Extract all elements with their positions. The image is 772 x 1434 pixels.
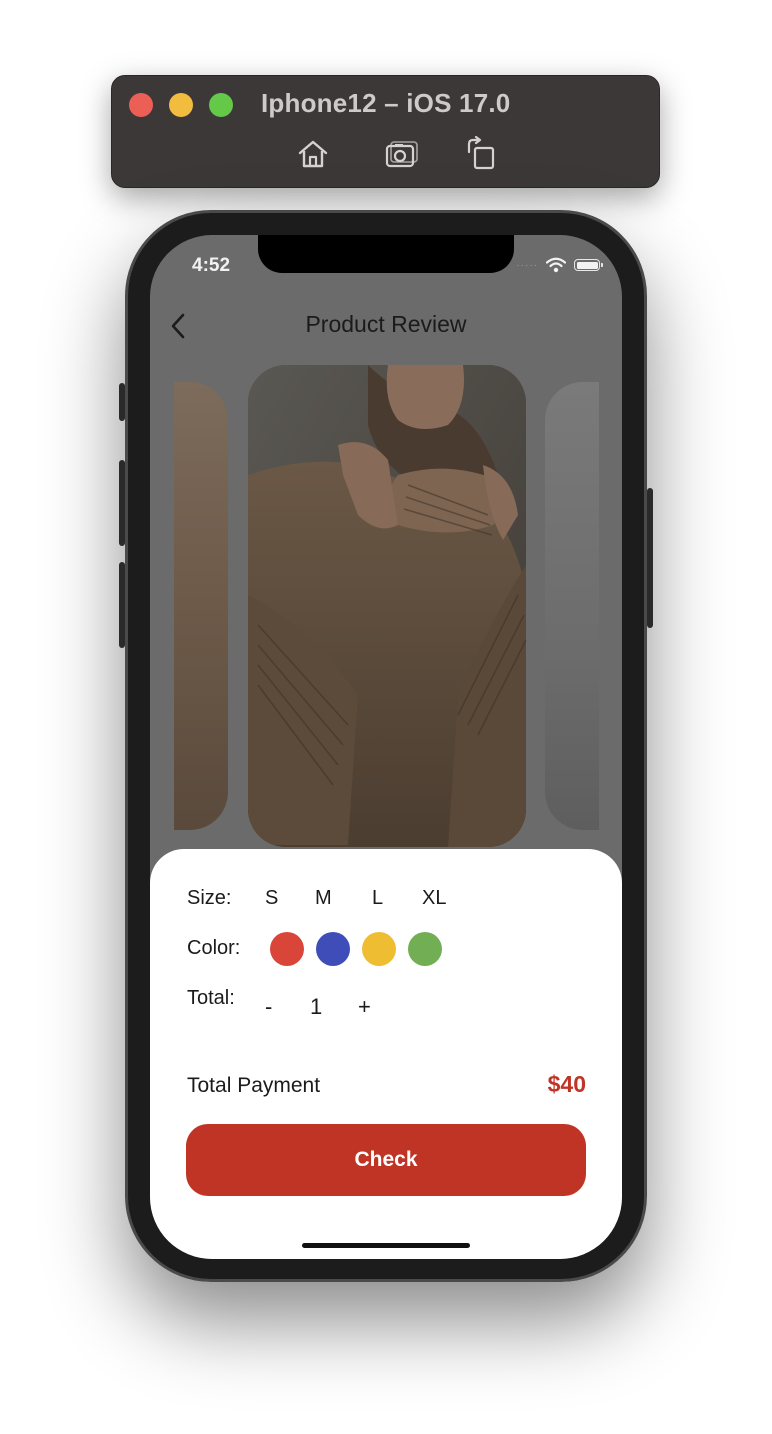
power-button: [647, 488, 653, 628]
size-option-xl[interactable]: XL: [422, 887, 446, 910]
rotate-button[interactable]: [463, 135, 499, 172]
increment-quantity-button[interactable]: +: [358, 994, 371, 1020]
home-button[interactable]: [295, 136, 331, 172]
total-payment-amount: $40: [547, 1071, 586, 1097]
rotate-icon: [467, 135, 495, 170]
carousel-prev-image[interactable]: [174, 382, 228, 830]
home-indicator: [302, 1243, 470, 1248]
color-swatch-green[interactable]: [408, 932, 442, 966]
minimize-window-button[interactable]: [169, 93, 193, 117]
screenshot-button[interactable]: [383, 136, 419, 172]
size-option-l[interactable]: L: [372, 887, 383, 910]
zoom-window-button[interactable]: [209, 93, 233, 117]
battery-icon: [574, 259, 603, 271]
sweater-photo: [248, 365, 526, 847]
color-swatch-yellow[interactable]: [362, 932, 396, 966]
check-button[interactable]: Check: [186, 1124, 586, 1196]
size-label: Size:: [187, 887, 232, 909]
quantity-value: 1: [310, 994, 323, 1019]
size-option-s[interactable]: S: [265, 887, 278, 910]
decrement-quantity-button[interactable]: -: [265, 994, 272, 1020]
home-icon: [298, 140, 328, 168]
product-image[interactable]: [248, 365, 526, 847]
quantity-label: Total:: [187, 987, 235, 1009]
color-swatch-red[interactable]: [270, 932, 304, 966]
simulator-title-bar: Iphone12 – iOS 17.0: [111, 75, 660, 188]
cellular-signal-icon: ·····: [516, 259, 538, 271]
wifi-icon: [546, 257, 566, 273]
silent-switch: [119, 383, 125, 421]
total-payment-label: Total Payment: [187, 1074, 321, 1097]
volume-up-button: [119, 460, 125, 546]
size-option-m[interactable]: M: [315, 887, 332, 910]
close-window-button[interactable]: [129, 93, 153, 117]
page-title: Product Review: [305, 311, 467, 337]
color-swatch-blue[interactable]: [316, 932, 350, 966]
phone-screen: 4:52 ····· Product Review Size: S M L XL…: [150, 235, 622, 1259]
carousel-next-image[interactable]: [545, 382, 599, 830]
status-time: 4:52: [192, 255, 231, 276]
screenshot-icon: [385, 141, 418, 168]
color-label: Color:: [187, 937, 241, 959]
simulator-title: Iphone12 – iOS 17.0: [261, 88, 511, 118]
volume-down-button: [119, 562, 125, 648]
product-options-sheet: Size: S M L XL Color: Total: - 1 + Total…: [150, 849, 622, 1259]
stage: Iphone12 – iOS 17.0 4:52 ····· Product R…: [0, 0, 772, 1434]
notch: [258, 235, 514, 273]
status-indicators: ·····: [516, 257, 603, 273]
